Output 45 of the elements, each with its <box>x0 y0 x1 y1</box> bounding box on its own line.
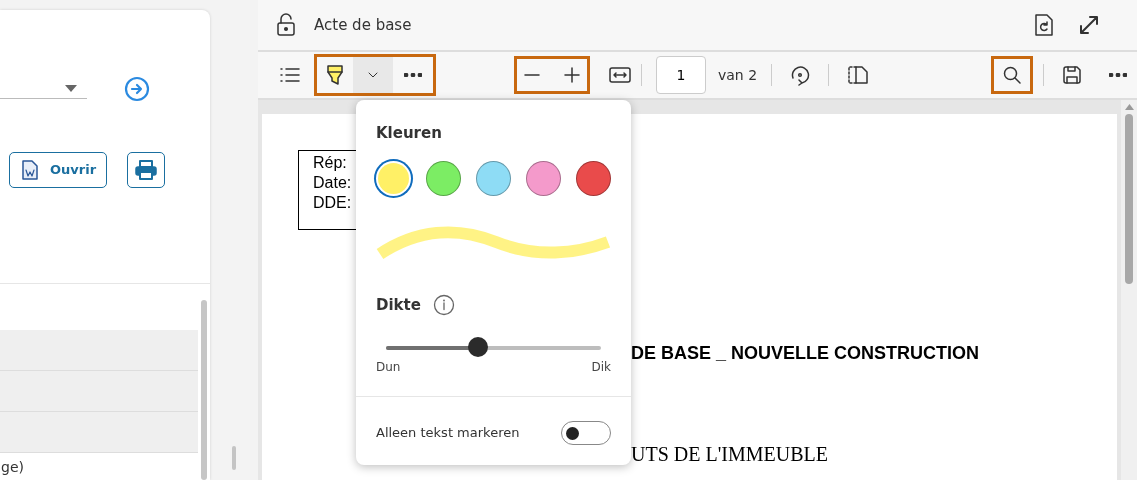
chevron-down-icon <box>368 72 378 78</box>
thickness-label: Dikte <box>376 294 421 316</box>
page-view-icon <box>846 66 869 84</box>
header-label: DDE: <box>313 193 353 213</box>
fit-width-icon <box>609 67 631 83</box>
colors-label: Kleuren <box>376 123 443 144</box>
color-swatch[interactable] <box>576 160 611 196</box>
list-icon <box>280 68 300 82</box>
document-heading: UTS DE L'IMMEUBLE <box>631 442 828 467</box>
header-label: Date: <box>313 173 353 193</box>
list-item-text: ge) <box>1 459 24 475</box>
slider-thumb[interactable] <box>468 337 489 357</box>
toggle-switch[interactable] <box>561 421 611 445</box>
rotate-icon <box>789 64 812 86</box>
info-icon[interactable] <box>432 293 455 316</box>
search-icon <box>1003 66 1022 84</box>
plus-icon <box>564 67 580 83</box>
header-label: Rép: <box>313 153 348 173</box>
document-refresh-icon <box>1035 14 1053 36</box>
save-icon <box>1063 66 1082 84</box>
word-document-icon <box>22 160 38 180</box>
scrollbar-thumb[interactable] <box>1125 114 1133 284</box>
caret-icon <box>65 85 77 92</box>
expand-icon <box>1079 15 1099 35</box>
more-icon <box>1109 73 1128 77</box>
highlighter-icon <box>326 64 344 86</box>
lock-icon <box>276 13 296 37</box>
page-total: van 2 <box>718 65 758 85</box>
min-label: Dun <box>376 359 401 376</box>
document-title: Acte de base <box>314 14 413 36</box>
page-number-field[interactable]: 1 <box>656 56 706 94</box>
color-swatch[interactable] <box>476 160 511 196</box>
resize-handle[interactable] <box>232 446 236 470</box>
scrollbar[interactable] <box>201 300 207 480</box>
minus-icon <box>524 74 540 76</box>
open-button[interactable]: Ouvrir <box>9 152 108 188</box>
max-label: Dik <box>591 359 611 376</box>
printer-icon <box>135 160 158 180</box>
toggle-label: Alleen tekst markeren <box>376 424 520 443</box>
color-swatch[interactable] <box>426 160 461 196</box>
arrow-right-circle-icon[interactable] <box>124 76 150 102</box>
document-title-text: DE BASE _ NOUVELLE CONSTRUCTION <box>631 342 980 365</box>
print-button[interactable] <box>127 152 166 188</box>
more-icon <box>404 73 422 77</box>
color-swatch[interactable] <box>526 160 561 196</box>
